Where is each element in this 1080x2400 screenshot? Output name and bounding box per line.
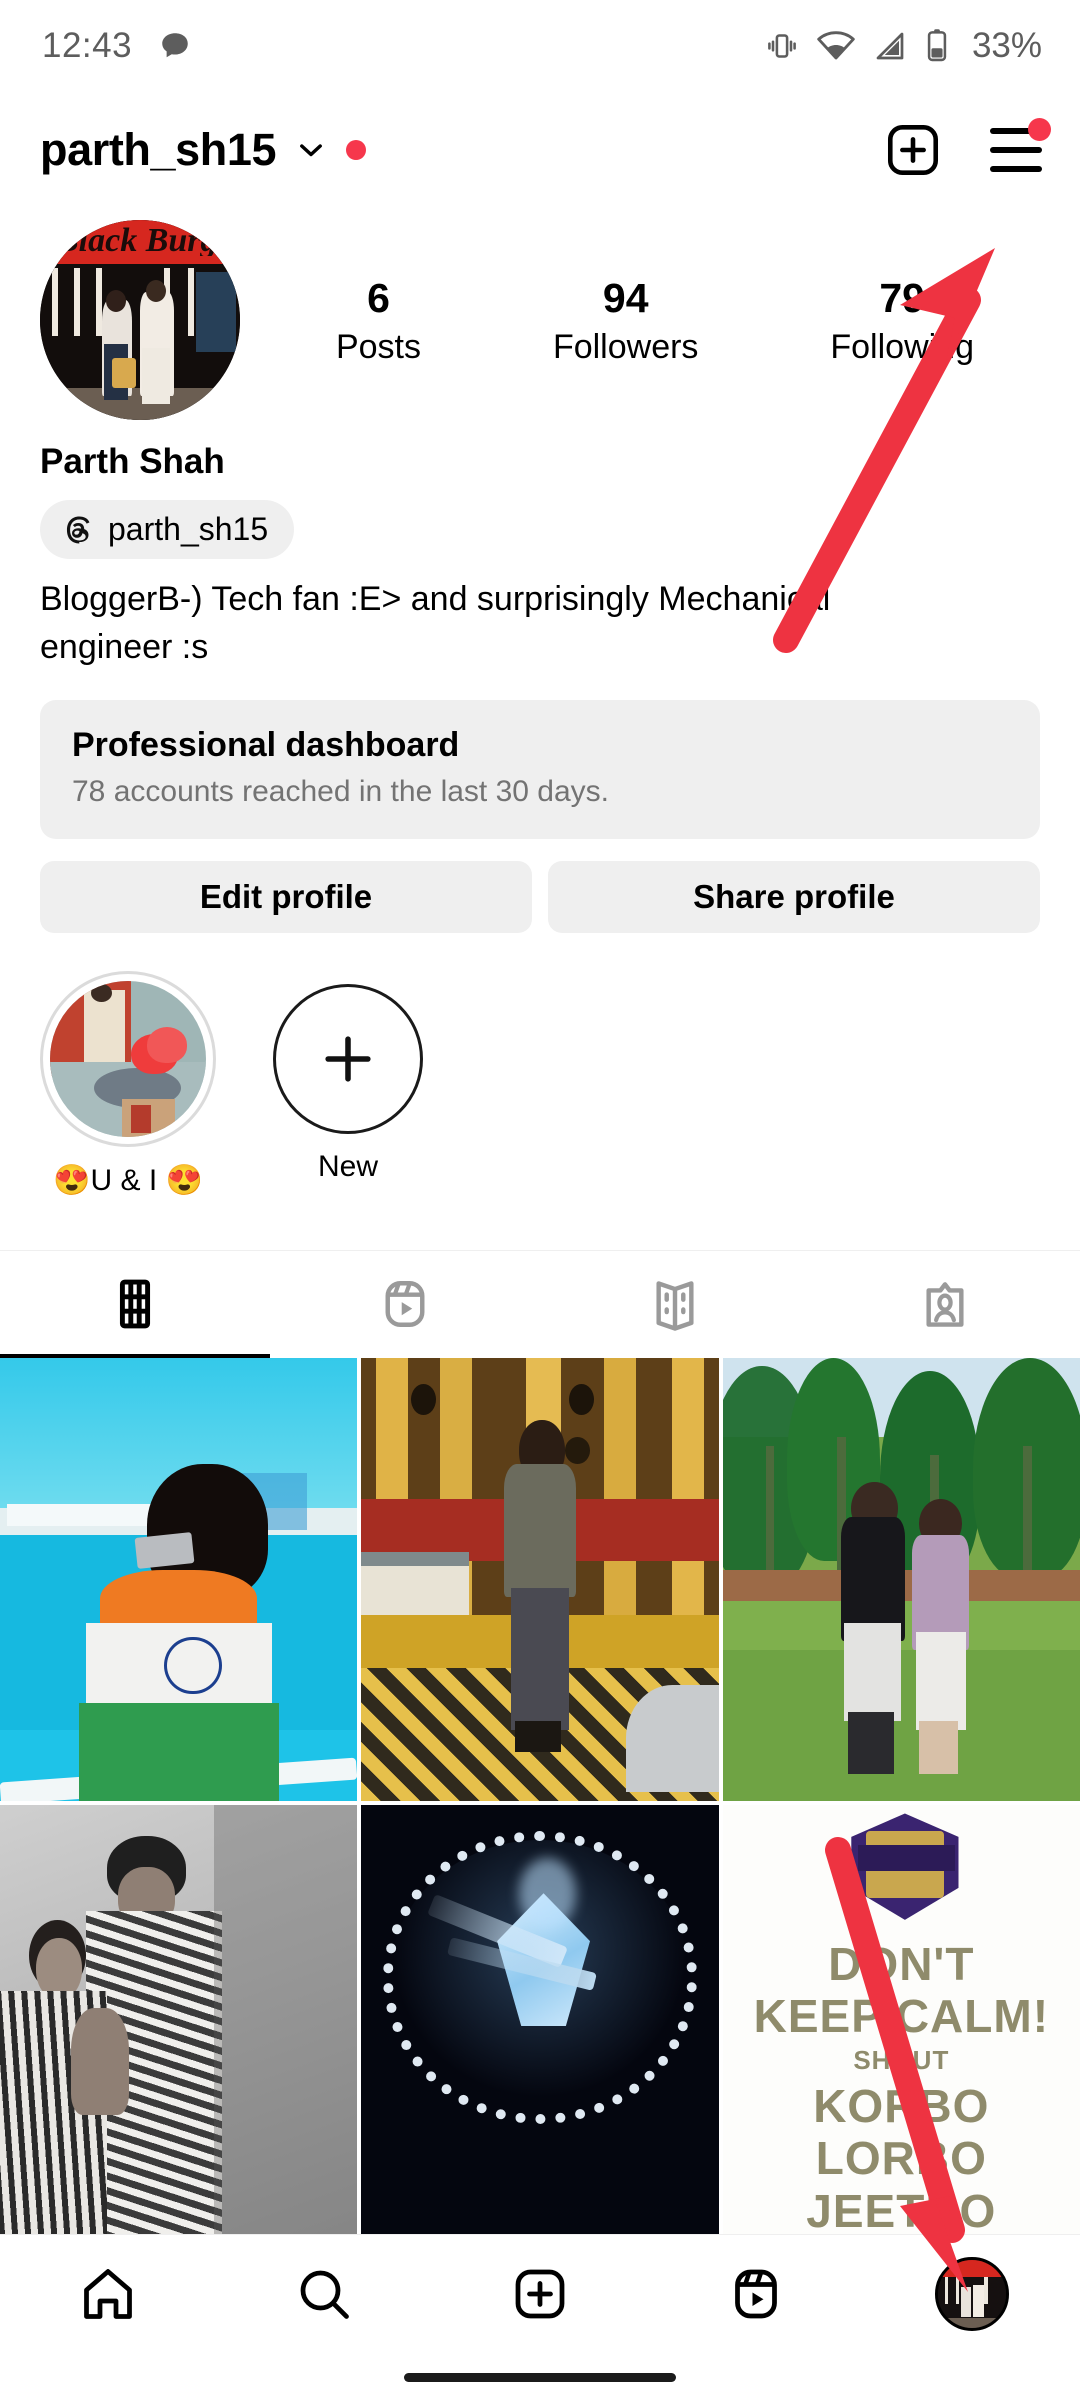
cellular-signal-icon [876,32,904,60]
status-bar-time: 12:43 [42,26,133,65]
tab-grid[interactable] [0,1251,270,1358]
grid-post-4[interactable] [0,1804,358,2248]
grid-icon [119,1279,151,1329]
chevron-down-icon [300,144,323,157]
grid-post-2[interactable] [361,1357,719,1801]
profile-action-buttons: Edit profile Share profile [40,860,1040,933]
add-highlight-icon [273,983,423,1134]
account-notification-dot [346,140,367,160]
reels-icon [385,1281,425,1328]
edit-profile-button[interactable]: Edit profile [40,860,532,933]
nav-search[interactable] [264,2235,384,2352]
highlight-ring [40,970,216,1147]
highlight-item[interactable]: 😍U & I 😍 [40,970,216,1198]
wifi-icon [817,31,855,60]
app-bar: parth_sh15 [0,92,1080,208]
threads-badge[interactable]: parth_sh15 [40,500,295,559]
create-post-icon[interactable] [884,121,942,179]
plus-icon [325,1035,371,1082]
home-icon [84,2268,132,2319]
profile-full-name: Parth Shah [40,442,225,481]
followers-count: 94 [602,274,649,321]
reels-icon [735,2269,777,2318]
grid-post-3[interactable] [722,1357,1080,1801]
account-switcher[interactable]: parth_sh15 [40,124,367,176]
nav-profile[interactable] [912,2235,1032,2352]
new-highlight-item[interactable]: New [260,971,436,1184]
grid-post-6[interactable]: DON'T KEEP CALM! SHOUT KORBO LORBO JEETB… [722,1804,1080,2248]
profile-username: parth_sh15 [40,124,277,175]
post-overlay-line-3: SHOUT [853,2045,950,2076]
following-count: 79 [879,274,925,321]
nav-profile-avatar [935,2256,1009,2331]
story-highlights: 😍U & I 😍 New [0,933,1080,1198]
profile-header: Black Burg 6 Posts 94 Followers 79 Follo… [0,208,1080,420]
menu-notification-badge [1028,118,1051,141]
post-grid: DON'T KEEP CALM! SHOUT KORBO LORBO JEETB… [0,1357,1080,2248]
vibrate-icon [768,34,796,58]
instagram-profile-screen: 12:43 33% parth_sh15 Black Burg 6 Posts … [0,0,1080,2400]
battery-percentage: 33% [971,26,1042,65]
threads-icon [66,516,90,543]
dashboard-title: Professional dashboard [72,725,460,764]
plus-square-icon [515,2269,565,2318]
highlight-label: 😍U & I 😍 [53,1163,203,1197]
followers-label: Followers [552,328,699,367]
posts-count: 6 [367,274,390,321]
post-overlay-line-4: KORBO LORBO [813,2080,990,2185]
highlight-cover [50,980,206,1137]
grid-post-1[interactable] [0,1357,358,1801]
grid-post-5[interactable] [361,1804,719,2248]
tab-tagged[interactable] [810,1251,1080,1358]
stat-followers[interactable]: 94 Followers [553,273,698,367]
post-overlay-line-2: KEEP CALM! [753,1989,1050,2042]
profile-stats: 6 Posts 94 Followers 79 Following [240,273,1040,367]
content-tabs [0,1249,1080,1358]
nav-create[interactable] [480,2235,600,2352]
nav-home[interactable] [48,2235,168,2352]
posts-label: Posts [335,328,422,367]
post-overlay-line-5: JEETBO [806,2184,997,2237]
tab-guides[interactable] [540,1251,810,1358]
threads-handle: parth_sh15 [108,511,269,547]
stat-following[interactable]: 79 Following [830,273,974,367]
bottom-navigation [0,2234,1080,2352]
following-label: Following [830,328,974,367]
status-bar: 12:43 33% [0,0,1080,92]
chat-bubble-icon [162,33,188,58]
menu-button[interactable] [988,118,1051,178]
profile-avatar[interactable]: Black Burg [40,220,240,420]
share-profile-button[interactable]: Share profile [548,860,1040,933]
gesture-navigation-bar [404,2373,676,2382]
nav-reels[interactable] [696,2235,816,2352]
stat-posts[interactable]: 6 Posts [336,273,421,367]
new-highlight-label: New [317,1149,378,1183]
guides-icon [656,1281,694,1331]
tab-reels[interactable] [270,1251,540,1358]
professional-dashboard-card[interactable]: Professional dashboard 78 accounts reach… [40,699,1040,839]
profile-bio: BloggerB-) Tech fan :E> and surprisingly… [40,580,831,667]
tagged-person-icon [926,1282,964,1327]
search-icon [300,2270,349,2319]
battery-icon [927,29,947,62]
dashboard-subtitle: 78 accounts reached in the last 30 days. [72,774,610,808]
post-overlay-line-1: DON'T [828,1937,975,1990]
